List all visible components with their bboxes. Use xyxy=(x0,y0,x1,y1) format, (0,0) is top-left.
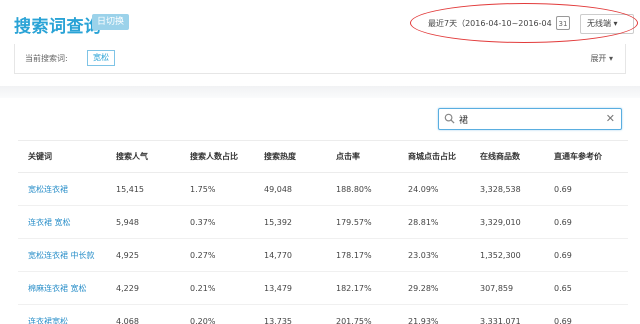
keyword-link[interactable]: 棉麻连衣裙 宽松 xyxy=(18,271,106,305)
calendar-icon[interactable]: 31 xyxy=(556,16,570,30)
column-header-ref-price[interactable]: 直通车参考价 xyxy=(544,140,628,173)
table-header-row: 关键词 搜索人气 搜索人数占比 搜索热度 点击率 商城点击占比 在线商品数 直通… xyxy=(18,140,628,173)
keyword-link[interactable]: 宽松连衣裙 中长款 xyxy=(18,238,106,272)
cell-mall-click-share: 21.93% xyxy=(398,304,470,324)
current-keyword-label: 当前搜索词: xyxy=(25,54,68,63)
cell-mall-click-share: 24.09% xyxy=(398,172,470,206)
expand-toggle[interactable]: 展开 ▾ xyxy=(590,53,613,64)
cell-search-heat: 14,770 xyxy=(254,238,326,272)
cell-online-items: 3,329,010 xyxy=(470,205,544,239)
filter-panel: 当前搜索词: 宽松 展开 ▾ xyxy=(14,44,626,74)
column-header-search-heat[interactable]: 搜索热度 xyxy=(254,140,326,173)
column-header-ctr[interactable]: 点击率 xyxy=(326,140,398,173)
keyword-link[interactable]: 连衣裙宽松 xyxy=(18,304,106,324)
cell-ctr: 188.80% xyxy=(326,172,398,206)
search-icon xyxy=(444,113,455,124)
cell-search-heat: 49,048 xyxy=(254,172,326,206)
cell-mall-click-share: 29.28% xyxy=(398,271,470,305)
cell-ctr: 178.17% xyxy=(326,238,398,272)
cell-mall-click-share: 28.81% xyxy=(398,205,470,239)
table-row: 宽松连衣裙 中长款 4,925 0.27% 14,770 178.17% 23.… xyxy=(18,238,628,272)
column-header-search-share[interactable]: 搜索人数占比 xyxy=(180,140,254,173)
keyword-link[interactable]: 宽松连衣裙 xyxy=(18,172,106,206)
date-range-picker[interactable]: 最近7天（2016-04-10~2016-04-16） xyxy=(424,14,552,34)
cell-search-popularity: 4,068 xyxy=(106,304,180,324)
table-row: 宽松连衣裙 15,415 1.75% 49,048 188.80% 24.09%… xyxy=(18,172,628,206)
cell-ctr: 179.57% xyxy=(326,205,398,239)
cell-search-popularity: 4,229 xyxy=(106,271,180,305)
search-input[interactable]: 裙 ✕ xyxy=(438,108,622,130)
cell-ctr: 182.17% xyxy=(326,271,398,305)
cell-mall-click-share: 23.03% xyxy=(398,238,470,272)
table-row: 连衣裙 宽松 5,948 0.37% 15,392 179.57% 28.81%… xyxy=(18,205,628,239)
table-row: 棉麻连衣裙 宽松 4,229 0.21% 13,479 182.17% 29.2… xyxy=(18,271,628,305)
cell-search-popularity: 5,948 xyxy=(106,205,180,239)
device-select[interactable]: 无线端 ▾ xyxy=(580,14,634,34)
clear-icon[interactable]: ✕ xyxy=(606,112,615,126)
cell-search-share: 0.37% xyxy=(180,205,254,239)
cell-search-heat: 13,479 xyxy=(254,271,326,305)
cell-search-share: 0.21% xyxy=(180,271,254,305)
cell-search-share: 0.20% xyxy=(180,304,254,324)
cell-search-heat: 15,392 xyxy=(254,205,326,239)
table-row: 连衣裙宽松 4,068 0.20% 13,735 201.75% 21.93% … xyxy=(18,304,628,324)
header: 搜索词查询 日切换 最近7天（2016-04-10~2016-04-16） 31… xyxy=(0,0,640,44)
search-input-value: 裙 xyxy=(459,116,469,126)
column-header-mall-click-share[interactable]: 商城点击占比 xyxy=(398,140,470,173)
cell-search-popularity: 15,415 xyxy=(106,172,180,206)
cell-online-items: 1,352,300 xyxy=(470,238,544,272)
cell-ref-price: 0.65 xyxy=(544,271,628,305)
cell-online-items: 3,331,071 xyxy=(470,304,544,324)
column-header-online-items[interactable]: 在线商品数 xyxy=(470,140,544,173)
cell-ref-price: 0.69 xyxy=(544,172,628,206)
cell-ref-price: 0.69 xyxy=(544,205,628,239)
cell-ref-price: 0.69 xyxy=(544,304,628,324)
cell-online-items: 3,328,538 xyxy=(470,172,544,206)
section-divider xyxy=(0,86,640,98)
page-title: 搜索词查询 xyxy=(14,17,102,37)
cell-ref-price: 0.69 xyxy=(544,238,628,272)
column-header-keyword[interactable]: 关键词 xyxy=(18,140,106,173)
cell-search-share: 1.75% xyxy=(180,172,254,206)
cell-online-items: 307,859 xyxy=(470,271,544,305)
current-keyword-chip[interactable]: 宽松 xyxy=(87,50,115,66)
cell-search-popularity: 4,925 xyxy=(106,238,180,272)
cell-search-heat: 13,735 xyxy=(254,304,326,324)
cell-search-share: 0.27% xyxy=(180,238,254,272)
keyword-table: 关键词 搜索人气 搜索人数占比 搜索热度 点击率 商城点击占比 在线商品数 直通… xyxy=(18,140,628,324)
column-header-search-popularity[interactable]: 搜索人气 xyxy=(106,140,180,173)
daily-switch-tag[interactable]: 日切换 xyxy=(92,14,130,30)
keyword-link[interactable]: 连衣裙 宽松 xyxy=(18,205,106,239)
cell-ctr: 201.75% xyxy=(326,304,398,324)
